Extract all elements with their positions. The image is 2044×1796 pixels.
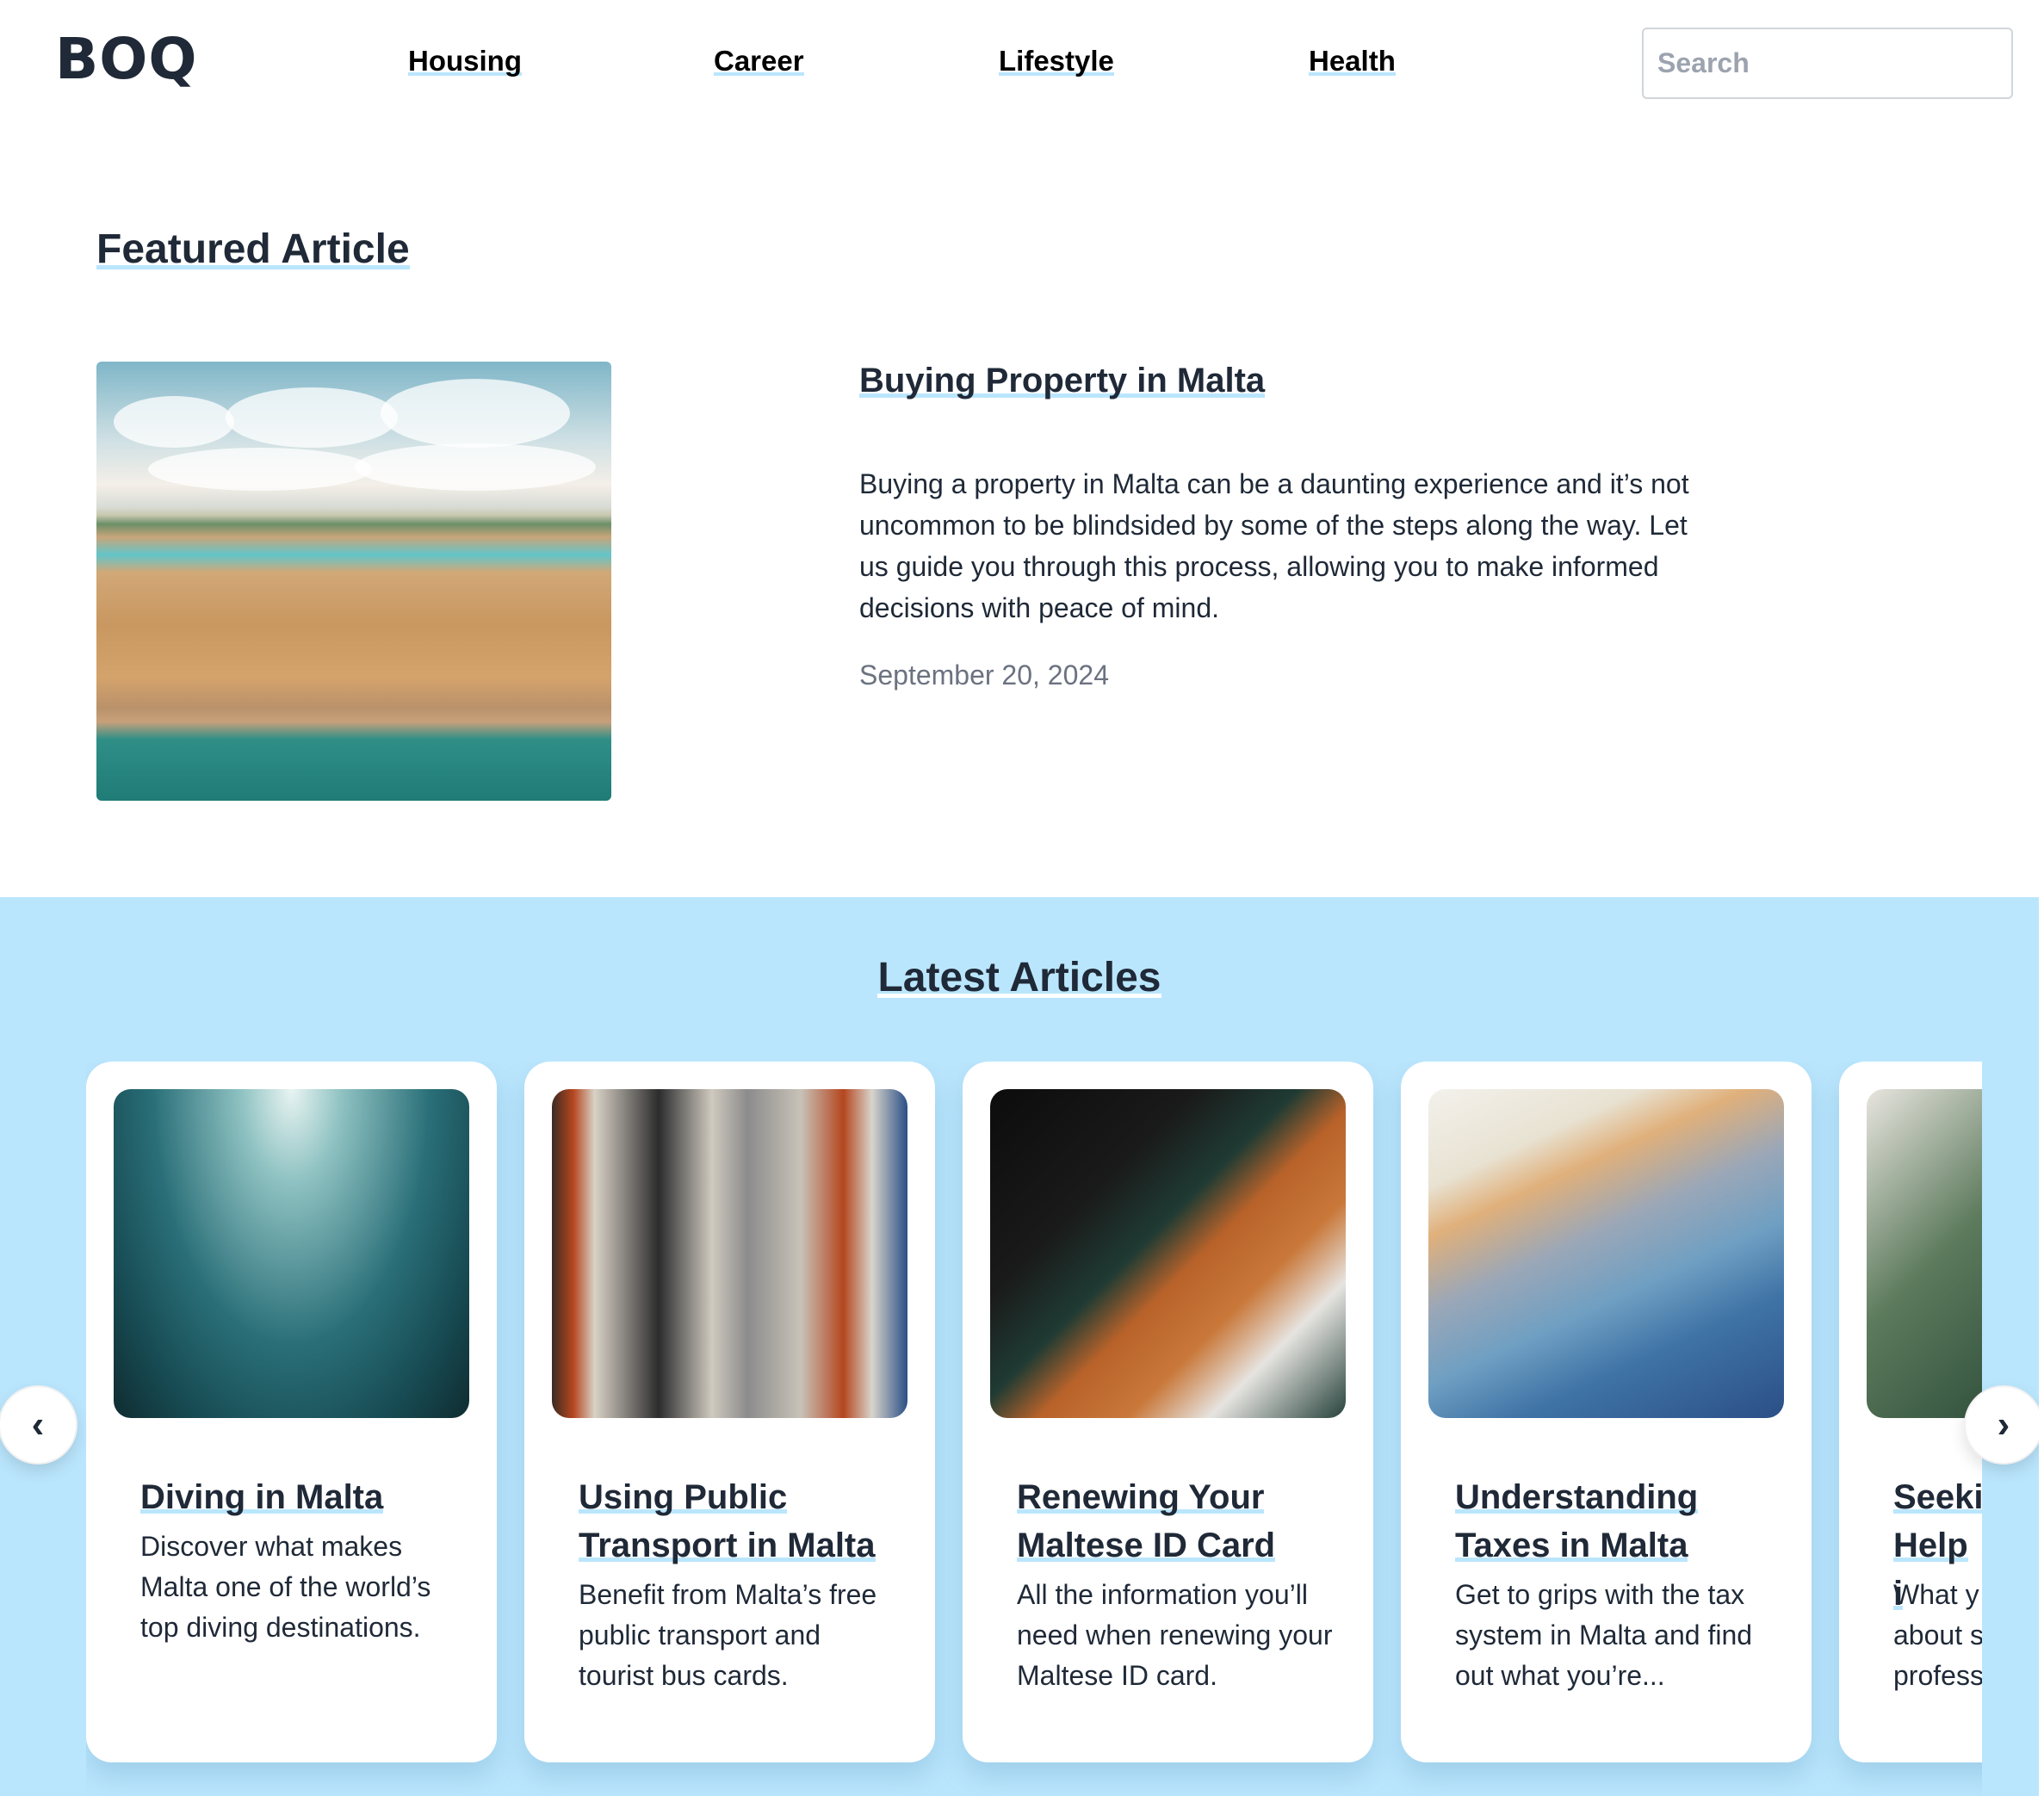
article-title[interactable]: Using Public Transport in Malta xyxy=(579,1473,889,1570)
search-input[interactable] xyxy=(1642,28,2013,99)
nav-link-career[interactable]: Career xyxy=(714,45,804,79)
article-card[interactable]: Using Public Transport in Malta Benefit … xyxy=(524,1062,935,1762)
featured-article-title[interactable]: Buying Property in Malta xyxy=(859,362,1266,400)
articles-carousel[interactable]: Diving in Malta Discover what makes Malt… xyxy=(86,1062,1982,1796)
article-title-text[interactable]: Diving in Malta xyxy=(140,1478,384,1516)
latest-articles-heading: Latest Articles xyxy=(0,954,2039,1001)
article-image-notebook[interactable] xyxy=(990,1089,1346,1418)
featured-heading: Featured Article xyxy=(96,226,410,273)
article-description: Discover what makes Malta one of the wor… xyxy=(140,1531,431,1643)
article-description: All the information you’ll need when ren… xyxy=(1017,1579,1333,1691)
article-image-bus[interactable] xyxy=(552,1089,907,1418)
article-card[interactable]: Seeki Help i What y about s profess xyxy=(1839,1062,1982,1762)
article-title[interactable]: Diving in Malta xyxy=(140,1473,450,1521)
article-card[interactable]: Understanding Taxes in Malta Get to grip… xyxy=(1401,1062,1812,1762)
site-header: BOQ Housing Career Lifestyle Health xyxy=(0,0,2044,129)
article-title[interactable]: Understanding Taxes in Malta xyxy=(1455,1473,1765,1570)
article-card[interactable]: Diving in Malta Discover what makes Malt… xyxy=(86,1062,497,1762)
page-scrollbar[interactable] xyxy=(2039,897,2044,1796)
chevron-right-icon: › xyxy=(1997,1403,2010,1446)
article-title-text[interactable]: Renewing Your Maltese ID Card xyxy=(1017,1478,1276,1564)
nav-link-health[interactable]: Health xyxy=(1309,45,1396,79)
latest-articles-heading-text: Latest Articles xyxy=(877,955,1161,1000)
article-image-euro[interactable] xyxy=(1428,1089,1784,1418)
article-image-shipwreck[interactable] xyxy=(114,1089,469,1418)
article-description: Benefit from Malta’s free public transpo… xyxy=(579,1579,877,1691)
article-description: What y about s profess xyxy=(1893,1579,1982,1691)
carousel-next-button[interactable]: › xyxy=(1964,1385,2043,1465)
article-card[interactable]: Renewing Your Maltese ID Card All the in… xyxy=(963,1062,1373,1762)
article-title[interactable]: Renewing Your Maltese ID Card xyxy=(1017,1473,1327,1570)
featured-article-date: September 20, 2024 xyxy=(859,660,1109,691)
featured-image[interactable] xyxy=(96,362,611,801)
carousel-prev-button[interactable]: ‹ xyxy=(0,1385,77,1465)
nav-link-lifestyle[interactable]: Lifestyle xyxy=(999,45,1114,79)
featured-article-description: Buying a property in Malta can be a daun… xyxy=(859,468,1689,623)
chevron-left-icon: ‹ xyxy=(31,1403,45,1446)
article-title-text[interactable]: Using Public Transport in Malta xyxy=(579,1478,876,1564)
site-logo[interactable]: BOQ xyxy=(55,26,198,92)
latest-articles-section: Latest Articles Diving in Malta Discover… xyxy=(0,897,2043,1796)
article-title-text[interactable]: Understanding Taxes in Malta xyxy=(1455,1478,1699,1564)
article-image-plant[interactable] xyxy=(1867,1089,1982,1418)
nav-link-housing[interactable]: Housing xyxy=(408,45,522,79)
article-description: Get to grips with the tax system in Malt… xyxy=(1455,1579,1753,1691)
